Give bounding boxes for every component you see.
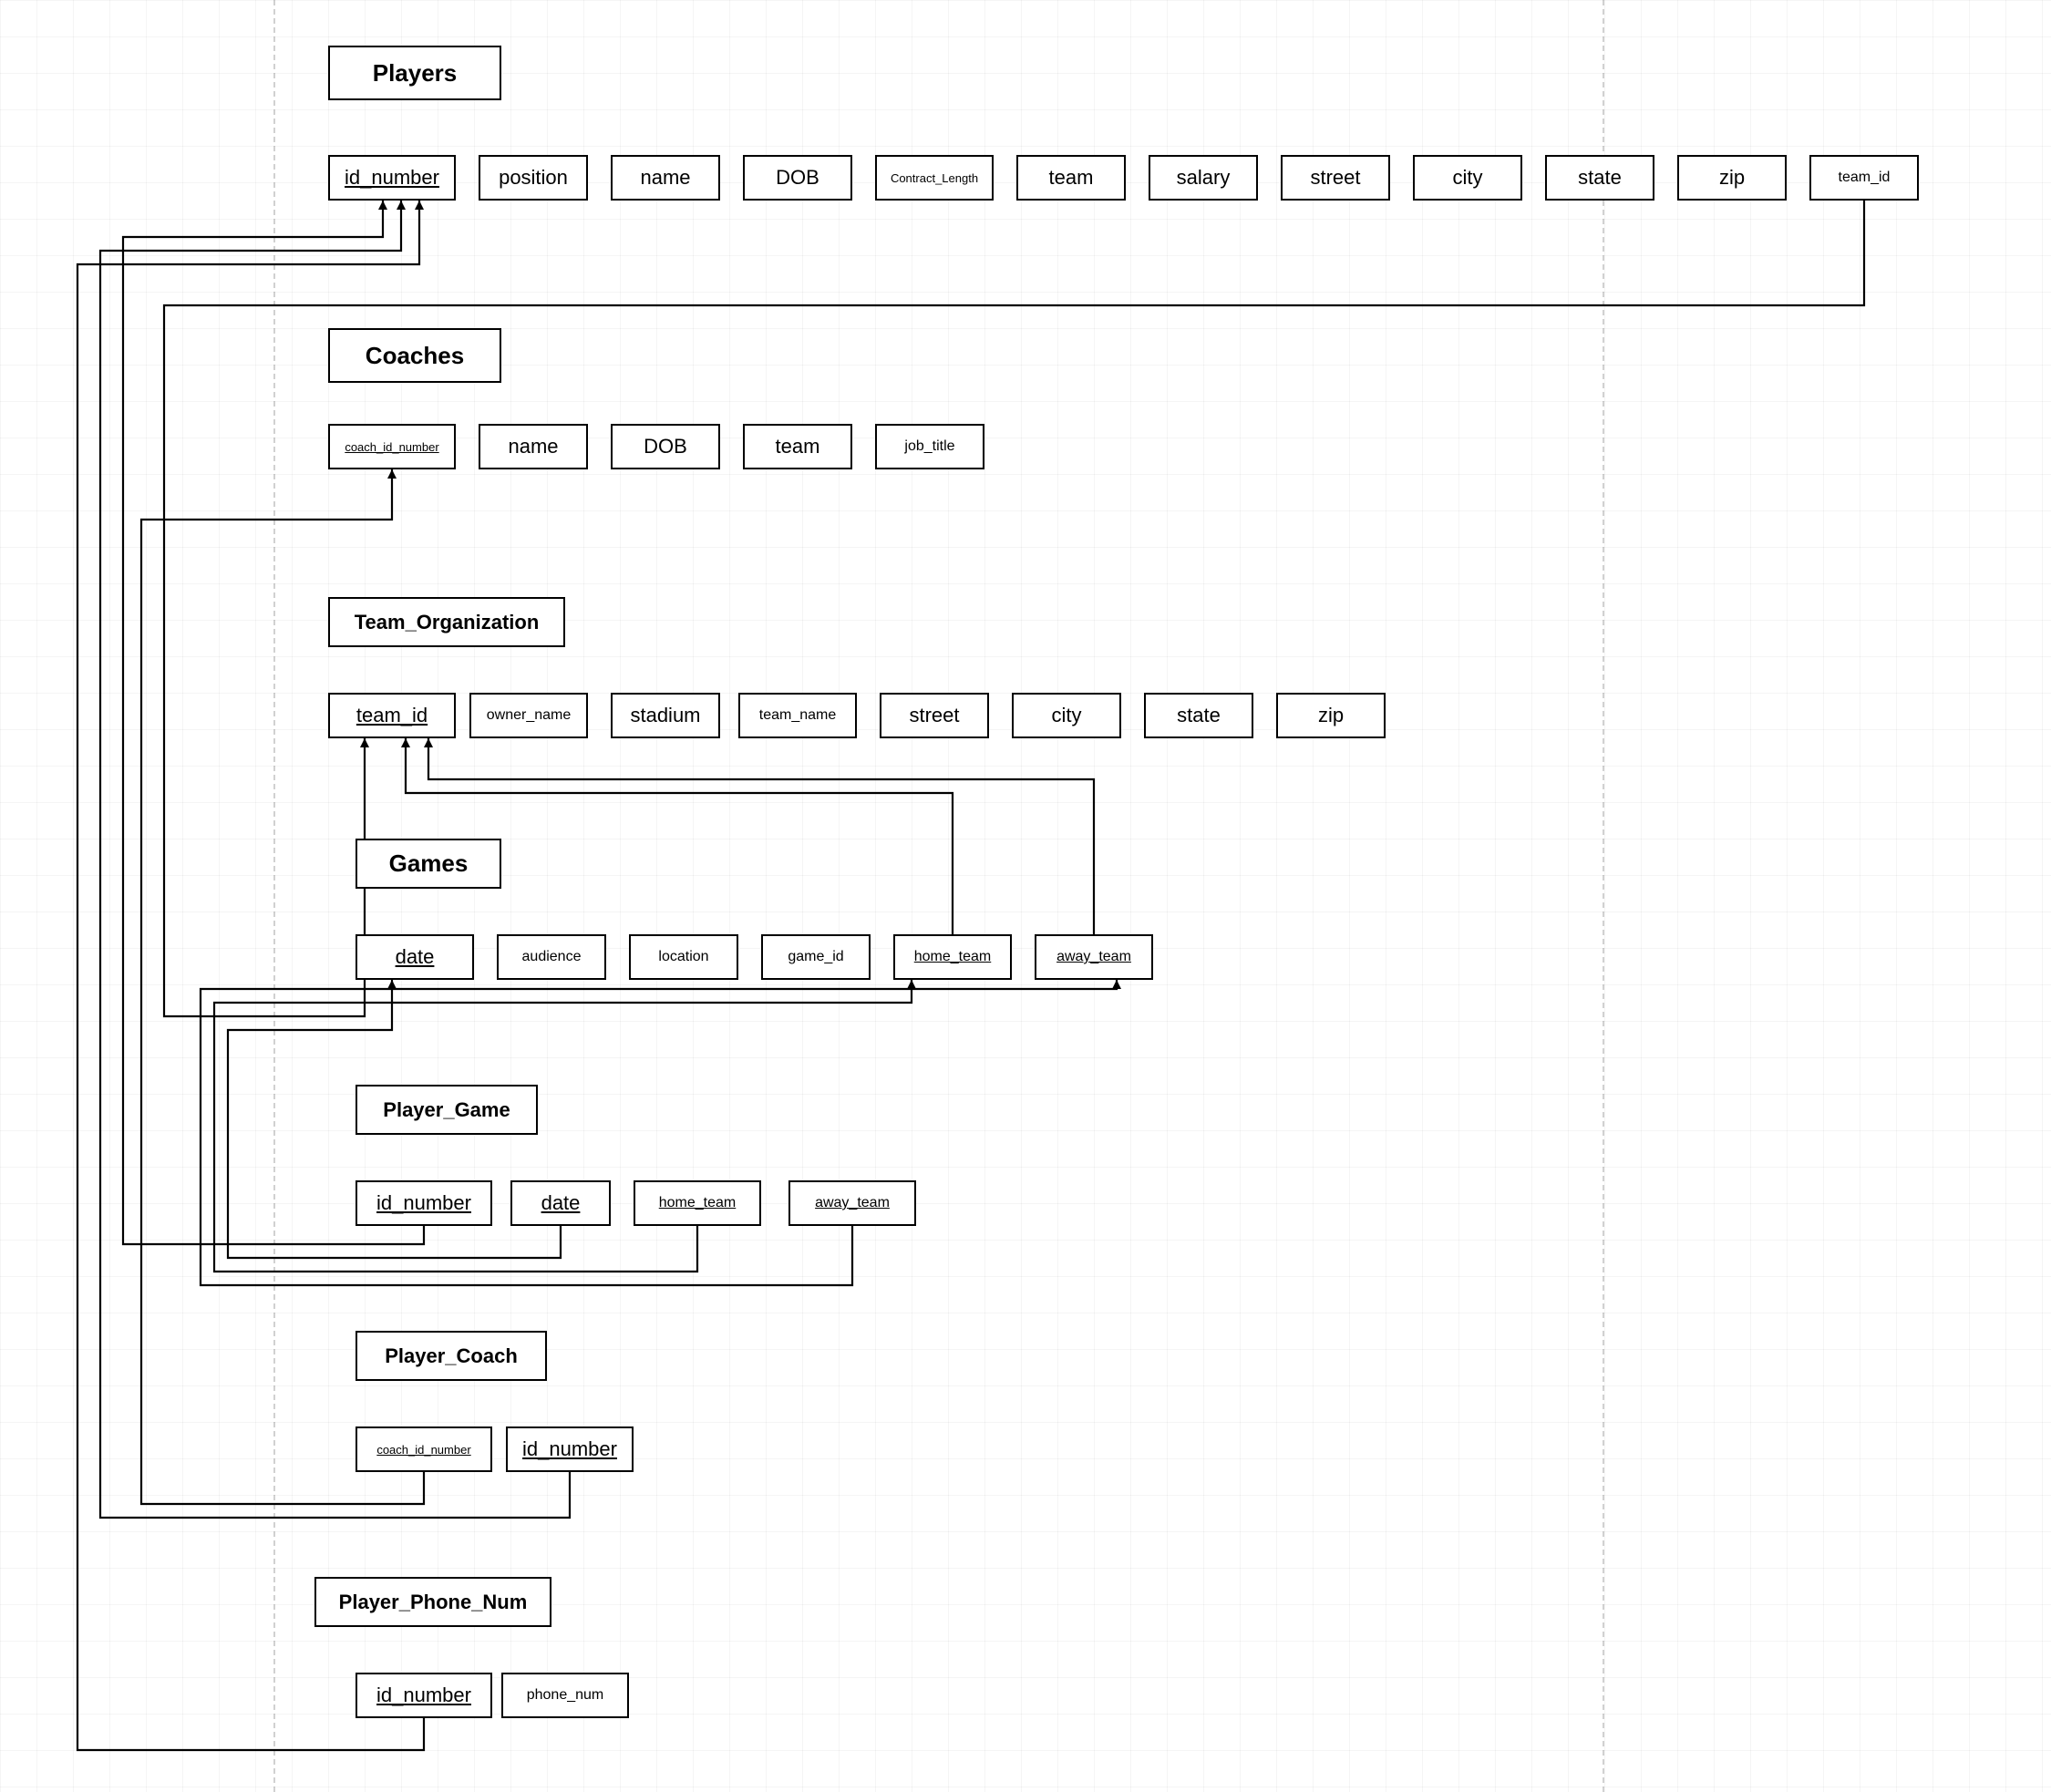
attr-team_org-city: city — [1012, 693, 1121, 738]
grid-background — [0, 0, 2051, 1792]
attr-games-game_id: game_id — [761, 934, 871, 980]
entity-team_org-title: Team_Organization — [328, 597, 565, 647]
attr-players-city: city — [1413, 155, 1522, 201]
entity-player_phone-title: Player_Phone_Num — [314, 1577, 551, 1627]
attr-player_phone-phone_num: phone_num — [501, 1673, 629, 1718]
attr-players-name: name — [611, 155, 720, 201]
attr-player_game-home_team: home_team — [634, 1180, 761, 1226]
attr-players-street: street — [1281, 155, 1390, 201]
attr-games-location: location — [629, 934, 738, 980]
attr-team_org-zip: zip — [1276, 693, 1386, 738]
attr-player_game-date: date — [510, 1180, 611, 1226]
attr-team_org-stadium: stadium — [611, 693, 720, 738]
attr-team_org-street: street — [880, 693, 989, 738]
entity-player_coach-title: Player_Coach — [356, 1331, 547, 1381]
attr-team_org-owner_name: owner_name — [469, 693, 588, 738]
attr-players-team: team — [1016, 155, 1126, 201]
attr-coaches-dob: DOB — [611, 424, 720, 469]
attr-players-id_number: id_number — [328, 155, 456, 201]
attr-coaches-name: name — [479, 424, 588, 469]
attr-players-position: position — [479, 155, 588, 201]
attr-coaches-coach_id_number: coach_id_number — [328, 424, 456, 469]
entity-players-title: Players — [328, 46, 501, 100]
page-guide-right — [1603, 0, 1604, 1792]
attr-games-away_team: away_team — [1035, 934, 1153, 980]
attr-games-date: date — [356, 934, 474, 980]
attr-players-state: state — [1545, 155, 1654, 201]
attr-players-contract_length: Contract_Length — [875, 155, 994, 201]
attr-players-salary: salary — [1149, 155, 1258, 201]
attr-coaches-team: team — [743, 424, 852, 469]
attr-games-audience: audience — [497, 934, 606, 980]
entity-games-title: Games — [356, 839, 501, 889]
attr-player_coach-coach_id_number: coach_id_number — [356, 1426, 492, 1472]
attr-team_org-team_name: team_name — [738, 693, 857, 738]
attr-players-dob: DOB — [743, 155, 852, 201]
attr-team_org-team_id: team_id — [328, 693, 456, 738]
attr-players-zip: zip — [1677, 155, 1787, 201]
attr-coaches-job_title: job_title — [875, 424, 984, 469]
entity-player_game-title: Player_Game — [356, 1085, 538, 1135]
entity-coaches-title: Coaches — [328, 328, 501, 383]
attr-player_game-away_team: away_team — [788, 1180, 916, 1226]
attr-games-home_team: home_team — [893, 934, 1012, 980]
attr-team_org-state: state — [1144, 693, 1253, 738]
attr-player_coach-id_number: id_number — [506, 1426, 634, 1472]
attr-players-team_id: team_id — [1809, 155, 1919, 201]
attr-player_game-id_number: id_number — [356, 1180, 492, 1226]
attr-player_phone-id_number: id_number — [356, 1673, 492, 1718]
page-guide-left — [273, 0, 275, 1792]
